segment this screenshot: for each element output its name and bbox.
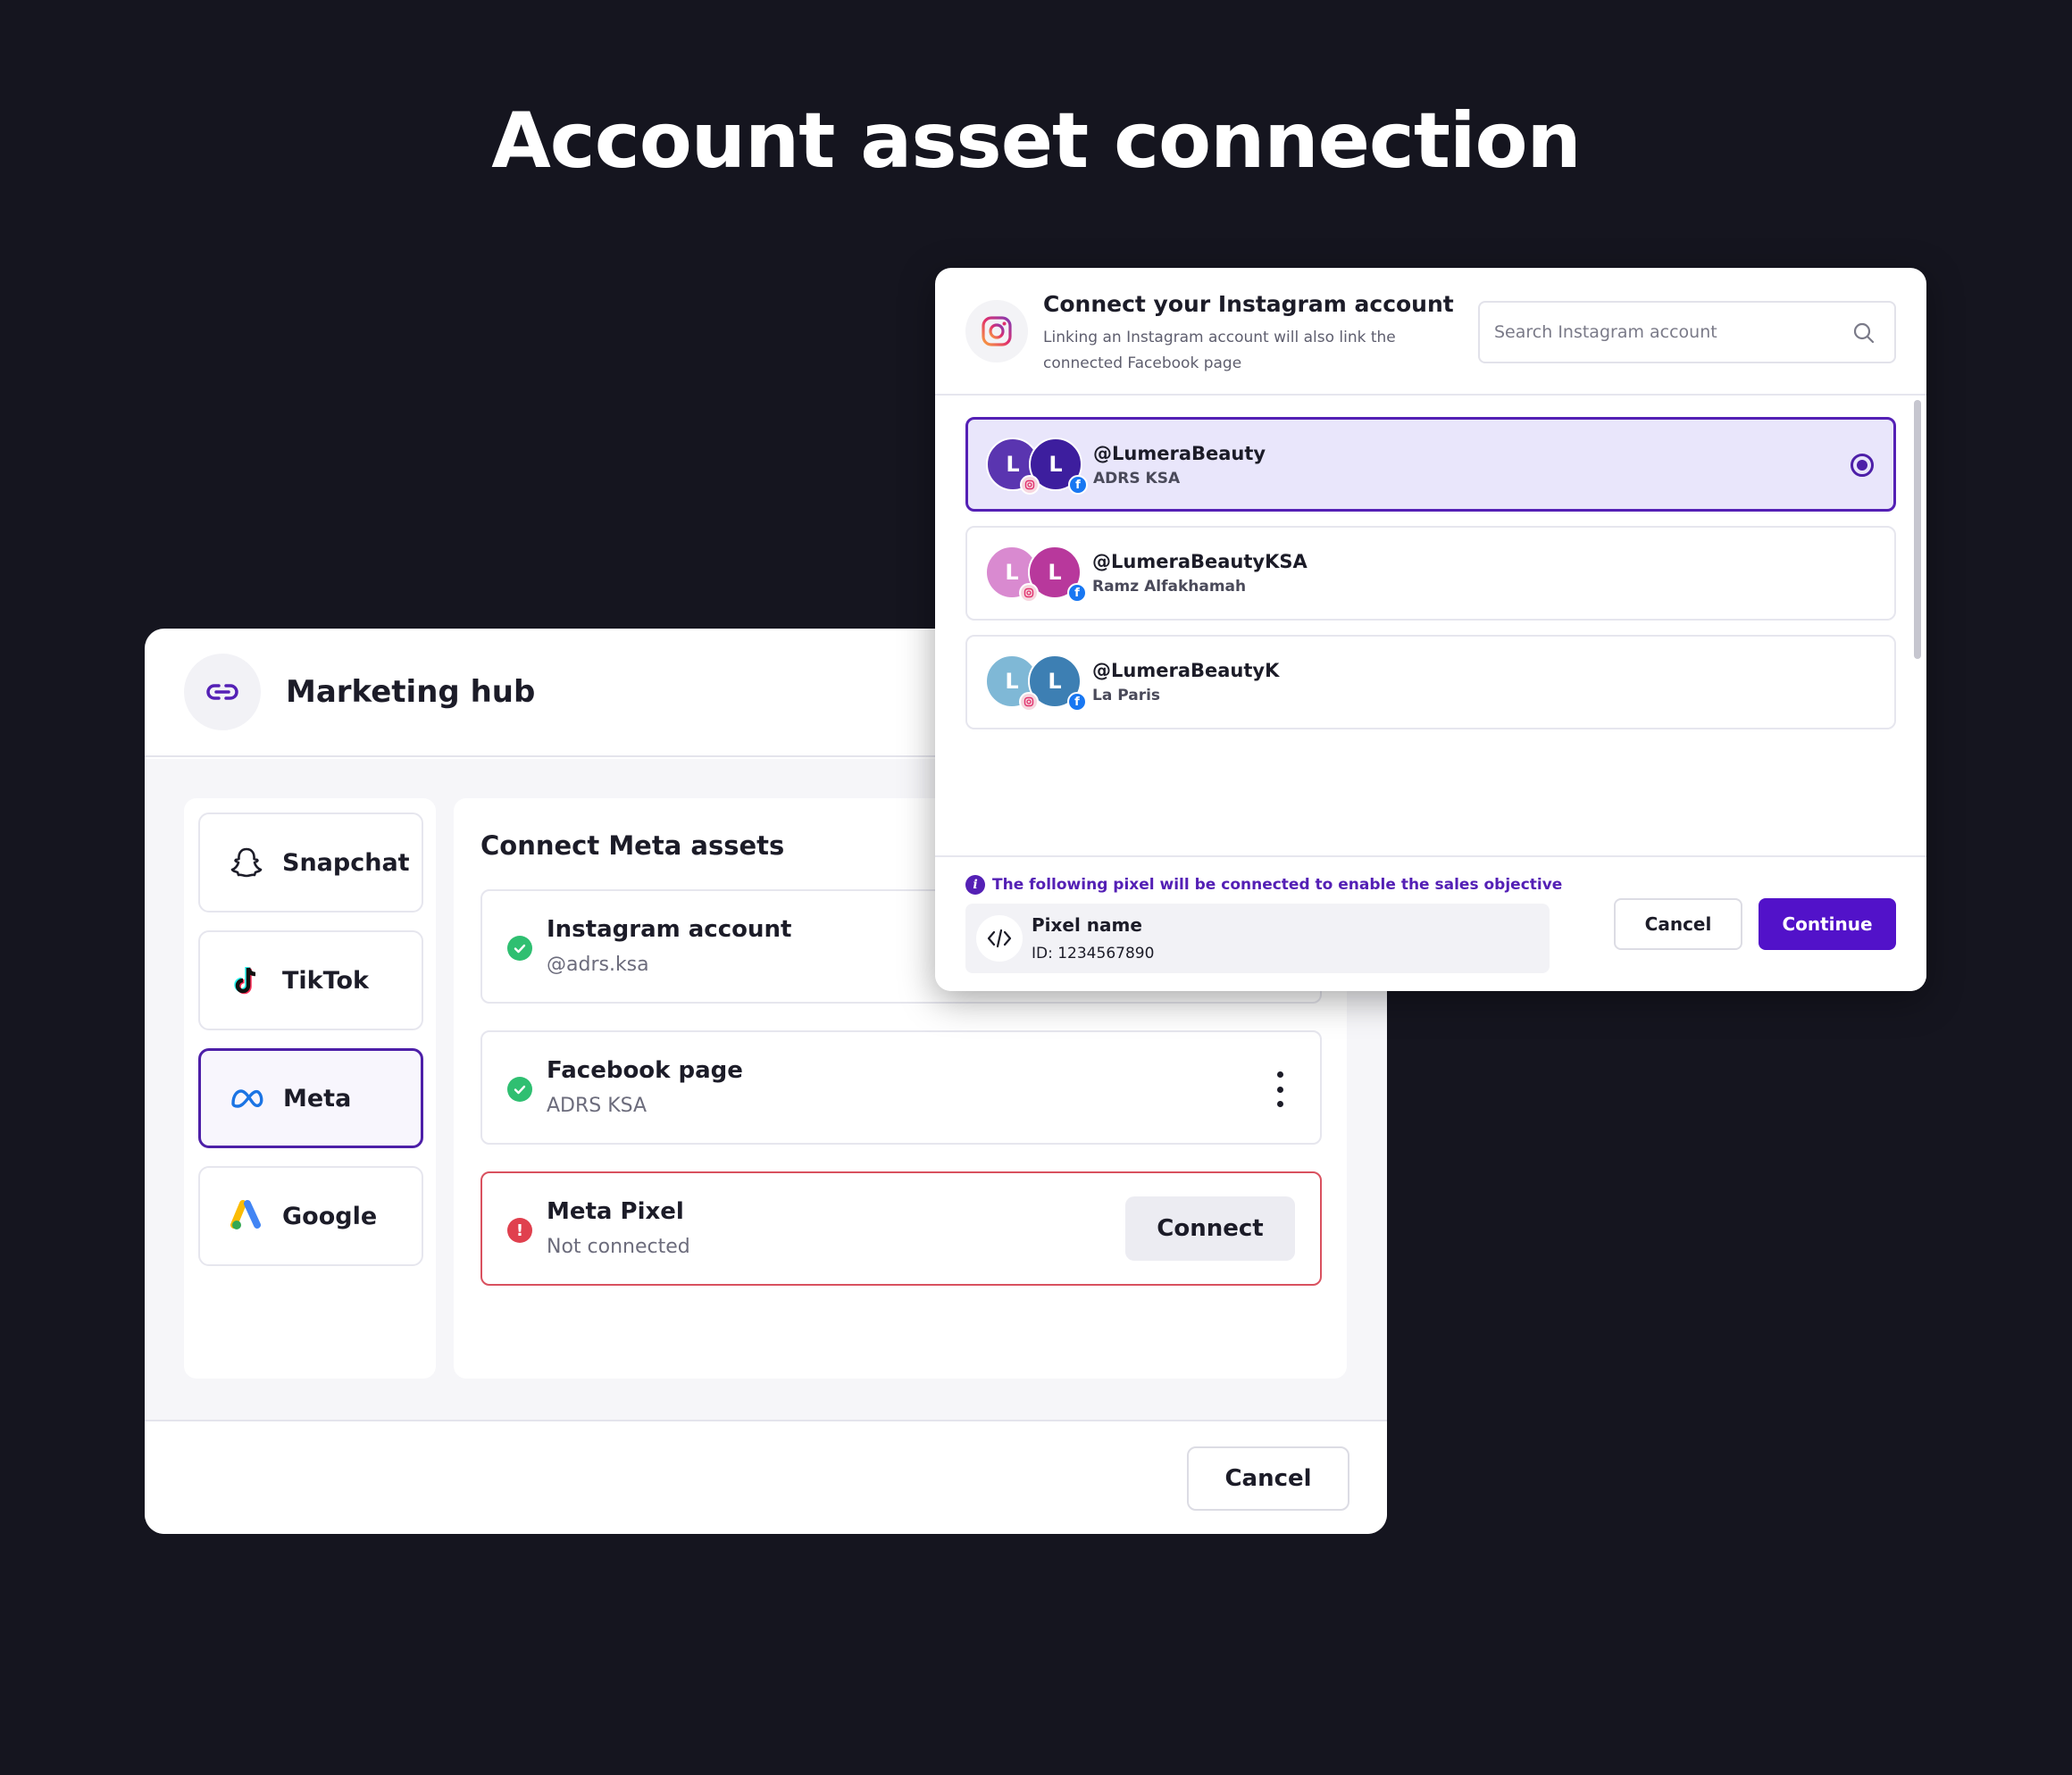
info-icon: i <box>965 875 985 895</box>
account-handle: @LumeraBeautyKSA <box>1092 551 1308 572</box>
sidebar-item-tiktok[interactable]: TikTok <box>198 930 423 1030</box>
connect-button[interactable]: Connect <box>1125 1196 1295 1261</box>
instagram-badge-icon <box>1019 583 1039 603</box>
modal-header: Connect your Instagram account Linking a… <box>935 268 1926 396</box>
continue-button[interactable]: Continue <box>1759 898 1896 950</box>
modal-footer: i The following pixel will be connected … <box>935 855 1926 991</box>
sidebar-item-meta[interactable]: Meta <box>198 1048 423 1148</box>
pixel-id: ID: 1234567890 <box>1032 945 1155 962</box>
search-field <box>1478 301 1896 363</box>
sidebar-item-label: Google <box>282 1202 378 1230</box>
platform-sidebar: Snapchat TikTok Meta Google <box>184 798 436 1379</box>
account-handle: @LumeraBeautyK <box>1092 660 1280 681</box>
page-headline: Account asset connection <box>491 96 1582 186</box>
asset-title: Instagram account <box>547 916 792 943</box>
search-input[interactable] <box>1494 322 1842 342</box>
pixel-name: Pixel name <box>1032 914 1142 936</box>
snapchat-icon <box>229 845 264 880</box>
instagram-badge-icon <box>1020 475 1040 495</box>
scrollbar-thumb[interactable] <box>1914 400 1921 659</box>
more-options-icon[interactable] <box>1275 1071 1284 1107</box>
facebook-badge-icon: f <box>1067 583 1087 603</box>
facebook-badge-icon: f <box>1068 475 1088 495</box>
asset-row-meta-pixel: ! Meta Pixel Not connected Connect <box>480 1171 1322 1286</box>
check-icon <box>507 1077 532 1102</box>
hub-title: Marketing hub <box>286 674 536 710</box>
modal-title: Connect your Instagram account <box>1043 291 1454 317</box>
meta-icon <box>230 1080 265 1116</box>
search-icon[interactable] <box>1851 321 1876 346</box>
check-icon <box>507 936 532 961</box>
asset-subtitle: @adrs.ksa <box>547 954 649 976</box>
sidebar-item-snapchat[interactable]: Snapchat <box>198 812 423 912</box>
instagram-badge-icon <box>1019 692 1039 712</box>
error-icon: ! <box>507 1218 532 1243</box>
account-page: Ramz Alfakhamah <box>1092 578 1247 596</box>
hub-cancel-button[interactable]: Cancel <box>1187 1446 1349 1511</box>
asset-row-facebook: Facebook page ADRS KSA <box>480 1030 1322 1145</box>
link-icon <box>184 654 261 730</box>
account-page: ADRS KSA <box>1093 470 1181 488</box>
radio-selected[interactable] <box>1851 454 1874 477</box>
section-title: Connect Meta assets <box>480 830 785 861</box>
asset-title: Meta Pixel <box>547 1198 684 1225</box>
tiktok-icon <box>229 962 264 998</box>
account-option-lumerabeautyk[interactable]: L L f @LumeraBeautyK La Paris <box>965 635 1896 729</box>
account-option-lumerabeautyksa[interactable]: L L f @LumeraBeautyKSA Ramz Alfakhamah <box>965 526 1896 621</box>
code-icon <box>976 915 1023 962</box>
account-option-lumerabeauty[interactable]: L L f @LumeraBeauty ADRS KSA <box>965 417 1896 512</box>
modal-subtitle: Linking an Instagram account will also l… <box>1043 329 1396 372</box>
avatar-group: L L f <box>986 438 1093 495</box>
sidebar-item-label: Meta <box>283 1084 352 1112</box>
pixel-info-notice: i The following pixel will be connected … <box>965 875 1562 895</box>
asset-subtitle: Not connected <box>547 1236 690 1258</box>
asset-subtitle: ADRS KSA <box>547 1095 648 1117</box>
modal-cancel-button[interactable]: Cancel <box>1614 898 1742 950</box>
sidebar-item-label: TikTok <box>282 966 369 995</box>
account-handle: @LumeraBeauty <box>1093 443 1266 464</box>
instagram-icon <box>965 300 1028 362</box>
avatar-group: L L f <box>985 546 1092 603</box>
pixel-card: Pixel name ID: 1234567890 <box>965 904 1550 973</box>
hub-footer: Cancel <box>145 1420 1387 1534</box>
account-page: La Paris <box>1092 687 1161 704</box>
sidebar-item-label: Snapchat <box>282 848 410 877</box>
asset-title: Facebook page <box>547 1057 743 1084</box>
google-ads-icon <box>229 1198 264 1234</box>
sidebar-item-google[interactable]: Google <box>198 1166 423 1266</box>
facebook-badge-icon: f <box>1067 692 1087 712</box>
info-text: The following pixel will be connected to… <box>992 876 1563 894</box>
instagram-connect-modal: Connect your Instagram account Linking a… <box>935 268 1926 991</box>
avatar-group: L L f <box>985 654 1092 712</box>
